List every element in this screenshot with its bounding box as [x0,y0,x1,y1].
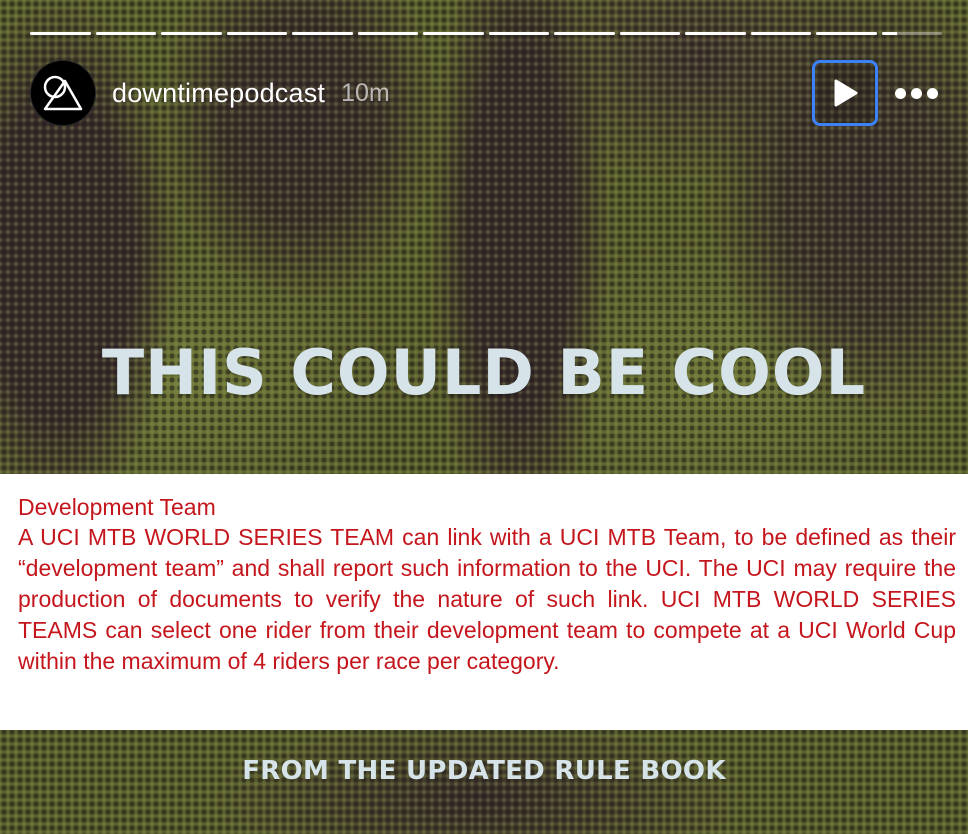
progress-fill [488,32,549,35]
rule-text: A UCI MTB WORLD SERIES TEAM can link wit… [18,524,956,674]
story-headline: THIS COULD BE COOL [101,336,867,409]
story-viewer[interactable]: downtimepodcast 10m THIS COULD BE COOL D… [0,0,968,834]
progress-fill [423,32,484,35]
more-dots-icon [894,87,906,99]
rule-title: Development Team [18,494,216,520]
progress-fill [881,32,897,35]
progress-segment [816,32,877,35]
progress-segment [423,32,484,35]
progress-fill [226,32,287,35]
play-button[interactable] [812,60,878,126]
progress-segment [292,32,353,35]
progress-segment [881,32,942,35]
story-header: downtimepodcast 10m [30,60,938,126]
progress-segment [488,32,549,35]
progress-fill [685,32,746,35]
progress-fill [357,32,418,35]
progress-fill [292,32,353,35]
progress-segment [619,32,680,35]
progress-segment [685,32,746,35]
more-options-button[interactable] [894,71,938,115]
progress-segment [30,32,91,35]
progress-segment [95,32,156,35]
progress-fill [619,32,680,35]
progress-fill [816,32,877,35]
progress-segment [750,32,811,35]
progress-fill [554,32,615,35]
play-icon [834,79,858,107]
progress-fill [95,32,156,35]
progress-segment [161,32,222,35]
post-time: 10m [341,78,390,107]
progress-segment [226,32,287,35]
username[interactable]: downtimepodcast [112,78,325,109]
progress-fill [30,32,91,35]
avatar[interactable] [30,60,96,126]
story-progress-bar [30,32,942,36]
progress-fill [750,32,811,35]
rule-excerpt: Development Team A UCI MTB WORLD SERIES … [0,474,968,730]
progress-fill [161,32,222,35]
progress-segment [357,32,418,35]
story-footer: FROM THE UPDATED RULE BOOK [242,756,726,786]
downtime-logo-icon [43,75,83,111]
progress-segment [554,32,615,35]
